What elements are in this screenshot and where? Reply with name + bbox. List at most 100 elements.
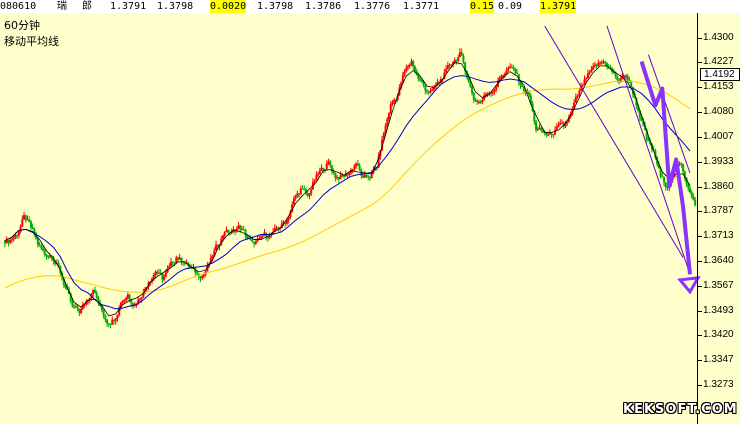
y-tick-mark	[697, 310, 702, 312]
candle-body	[578, 90, 581, 96]
candle-body	[31, 227, 34, 230]
candle-body	[152, 274, 155, 279]
y-tick-mark	[697, 359, 702, 361]
candle-body	[294, 196, 297, 199]
ma-long-line	[4, 80, 691, 293]
candle-body	[80, 309, 83, 314]
candle-body	[445, 69, 448, 73]
candle-body	[251, 239, 254, 242]
candle-body	[116, 314, 119, 319]
candle-body	[261, 235, 264, 237]
candle-body	[156, 271, 159, 274]
candle-body	[138, 298, 141, 300]
candle-body	[337, 177, 340, 180]
candle-body	[554, 129, 557, 135]
candle-body	[253, 241, 256, 244]
candle-body	[36, 238, 39, 245]
y-tick-label: 1.3713	[703, 230, 734, 242]
candle-body	[548, 133, 551, 135]
candle-body	[320, 167, 323, 171]
candle-body	[303, 188, 306, 190]
candle-body	[107, 323, 110, 325]
candle-body	[73, 306, 76, 308]
candle-body	[23, 215, 26, 220]
candle-body	[419, 78, 422, 81]
candle-body	[550, 133, 553, 135]
candle-body	[547, 134, 550, 136]
y-tick-mark	[697, 62, 702, 64]
candle-body	[407, 66, 410, 68]
candle-body	[71, 301, 74, 307]
candle-body	[112, 319, 115, 321]
candle-body	[325, 163, 328, 170]
candle-body	[557, 124, 560, 127]
candle-body	[249, 238, 252, 240]
candle-body	[260, 236, 263, 239]
candle-body	[154, 271, 157, 275]
candle-body	[491, 91, 494, 94]
candle-body	[285, 220, 288, 224]
candle-body	[296, 193, 299, 197]
candle-body	[446, 65, 449, 70]
y-tick-label: 1.4227	[703, 56, 734, 68]
candle-body	[474, 99, 477, 101]
candle-body	[196, 272, 199, 274]
candle-body	[298, 193, 301, 195]
candle-body	[348, 173, 351, 176]
candle-body	[161, 273, 164, 280]
candle-body	[367, 175, 370, 178]
candle-body	[616, 76, 619, 80]
candle-body	[604, 61, 607, 64]
candle-body	[42, 248, 45, 251]
candle-body	[405, 67, 408, 72]
candle-body	[24, 215, 27, 220]
candle-body	[426, 90, 429, 92]
y-tick-label: 1.3420	[703, 329, 734, 341]
ma-short-line	[4, 62, 691, 317]
candle-body	[221, 235, 224, 239]
candle-body	[588, 72, 591, 74]
candle-body	[104, 315, 107, 320]
candle-body	[201, 276, 204, 279]
chart-window: 080610 瑞 郎 1.3791 1.3798 0.0020 1.3798 1…	[0, 0, 740, 424]
candle-body	[225, 230, 228, 233]
y-tick-label: 1.4080	[703, 106, 734, 118]
candle-body	[4, 240, 6, 244]
candle-body	[322, 167, 325, 170]
candle-body	[223, 232, 226, 236]
candle-body	[356, 163, 359, 166]
candle-body	[215, 244, 218, 251]
candle-body	[121, 301, 124, 303]
y-tick-label: 1.3493	[703, 304, 734, 316]
candle-body	[26, 219, 29, 221]
candle-body	[538, 127, 541, 130]
y-tick-mark	[697, 87, 702, 89]
candle-body	[682, 164, 685, 172]
candle-body	[599, 62, 602, 64]
candle-body	[336, 177, 339, 179]
candle-body	[386, 118, 389, 126]
y-tick-label: 1.3347	[703, 353, 734, 365]
candle-body	[327, 161, 330, 164]
y-tick-label: 1.3933	[703, 155, 734, 167]
candle-body	[597, 63, 600, 66]
candle-body	[363, 174, 366, 178]
candle-body	[170, 261, 173, 267]
candle-body	[689, 188, 691, 193]
candle-body	[678, 163, 681, 165]
candle-body	[365, 174, 368, 176]
candle-body	[502, 75, 505, 77]
candle-body	[74, 306, 77, 308]
candle-body	[362, 175, 365, 178]
candle-body	[38, 244, 41, 246]
candle-body	[510, 66, 513, 68]
y-tick-mark	[697, 37, 702, 39]
candle-body	[458, 52, 461, 58]
channel-line-lower	[544, 25, 684, 258]
candle-body	[457, 57, 460, 61]
y-tick-mark	[697, 384, 702, 386]
y-tick-mark	[697, 260, 702, 262]
candle-body	[593, 64, 596, 67]
y-tick-label: 1.3640	[703, 254, 734, 266]
candle-body	[339, 175, 342, 180]
